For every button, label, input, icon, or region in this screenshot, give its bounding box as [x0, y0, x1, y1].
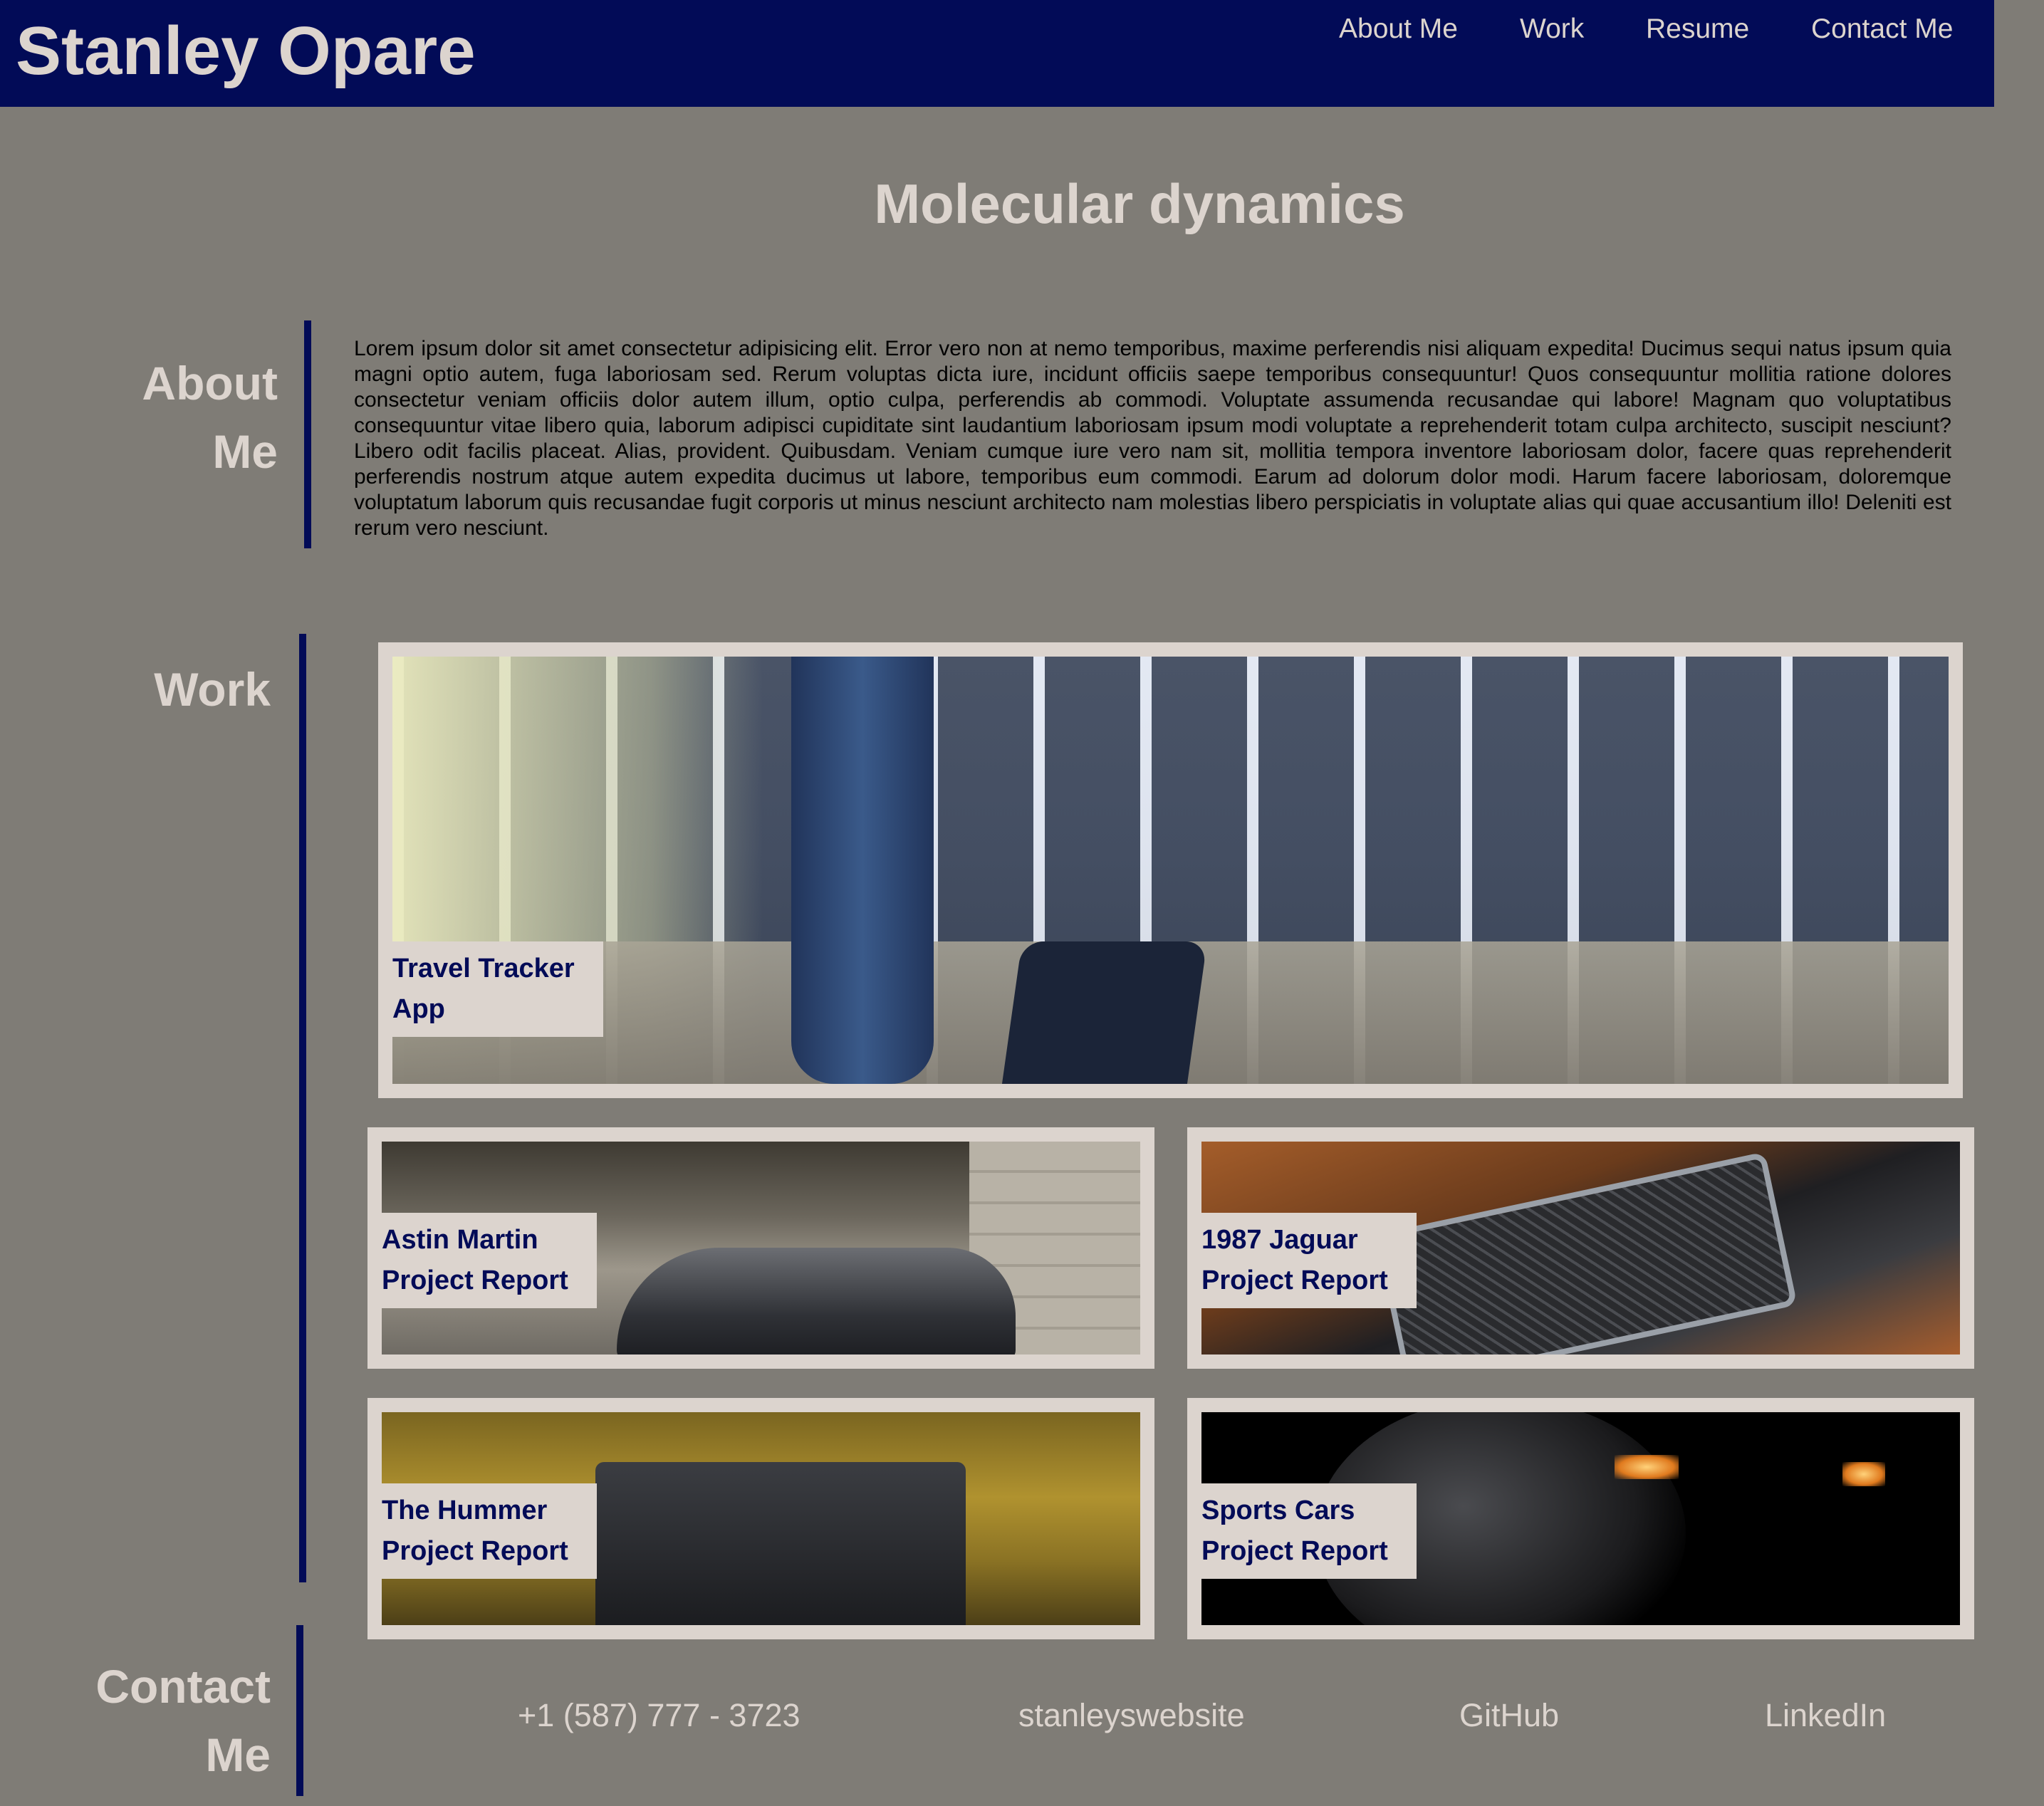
project-card-travel-tracker[interactable]: Travel Tracker App: [378, 642, 1963, 1098]
nav-about-me[interactable]: About Me: [1339, 10, 1458, 48]
contact-github-link[interactable]: GitHub: [1459, 1694, 1559, 1737]
work-heading: Work: [154, 663, 271, 716]
jaguar-image: 1987 Jaguar Project Report: [1201, 1142, 1960, 1354]
hummer-image: The Hummer Project Report: [382, 1412, 1140, 1625]
project-title: Astin Martin Project Report: [382, 1213, 597, 1308]
nav-work[interactable]: Work: [1520, 10, 1584, 48]
project-title: The Hummer Project Report: [382, 1483, 597, 1579]
project-card-aston-martin[interactable]: Astin Martin Project Report: [367, 1127, 1154, 1369]
project-title: 1987 Jaguar Project Report: [1201, 1213, 1417, 1308]
contact-divider: [296, 1625, 303, 1796]
about-heading: About Me: [142, 357, 278, 478]
about-body: Lorem ipsum dolor sit amet consectetur a…: [354, 337, 1951, 540]
travel-tracker-image: Travel Tracker App: [392, 657, 1949, 1084]
project-title: Travel Tracker App: [392, 941, 603, 1037]
contact-phone-link[interactable]: +1 (587) 777 - 3723: [518, 1694, 801, 1737]
contact-website-link[interactable]: stanleyswebsite: [1018, 1694, 1245, 1737]
project-title: Sports Cars Project Report: [1201, 1483, 1417, 1579]
about-divider: [304, 320, 311, 548]
contact-heading: Contact Me: [95, 1660, 271, 1781]
contact-linkedin-link[interactable]: LinkedIn: [1765, 1694, 1886, 1737]
page-title: Molecular dynamics: [874, 172, 1405, 235]
aston-martin-image: Astin Martin Project Report: [382, 1142, 1140, 1354]
site-header: Stanley Opare About Me Work Resume Conta…: [0, 0, 1994, 107]
project-card-jaguar[interactable]: 1987 Jaguar Project Report: [1187, 1127, 1974, 1369]
site-brand[interactable]: Stanley Opare: [16, 10, 476, 92]
project-card-sports-cars[interactable]: Sports Cars Project Report: [1187, 1398, 1974, 1639]
work-divider: [299, 634, 306, 1582]
nav-resume[interactable]: Resume: [1646, 10, 1749, 48]
nav-contact-me[interactable]: Contact Me: [1811, 10, 1953, 48]
sports-cars-image: Sports Cars Project Report: [1201, 1412, 1960, 1625]
project-card-hummer[interactable]: The Hummer Project Report: [367, 1398, 1154, 1639]
